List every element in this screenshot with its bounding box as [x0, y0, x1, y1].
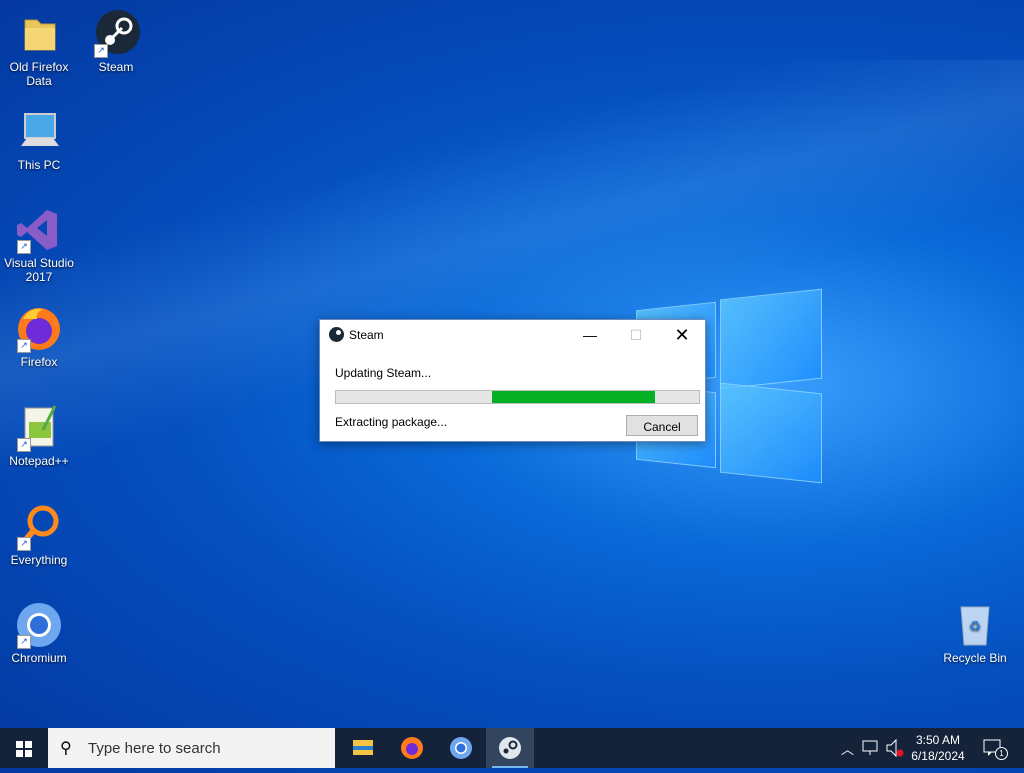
steam-icon: ↗ — [92, 10, 140, 58]
firefox-icon: ↗ — [15, 305, 63, 353]
desktop-icon-label: Firefox — [20, 355, 58, 369]
network-tray-button[interactable] — [860, 728, 882, 768]
clock-time: 3:50 AM — [915, 733, 961, 747]
computer-icon — [15, 108, 63, 156]
steam-icon — [499, 737, 521, 759]
desktop-icon-firefox[interactable]: ↗ Firefox — [1, 305, 77, 369]
desktop-icon-visual-studio[interactable]: ↗ Visual Studio 2017 — [1, 206, 77, 284]
network-icon — [862, 740, 878, 755]
search-placeholder: Type here to search — [88, 740, 221, 757]
folder-icon — [15, 10, 63, 58]
taskbar: ⚲ Type here to search ︿ 3:50 AM 6/18/202… — [0, 728, 1024, 768]
dialog-title: Steam — [349, 328, 384, 342]
steam-icon — [329, 327, 344, 342]
desktop-icon-old-firefox-data[interactable]: Old Firefox Data — [1, 10, 77, 88]
volume-muted-icon — [886, 738, 904, 758]
firefox-icon — [401, 737, 423, 759]
desktop-icon-label: Everything — [10, 553, 68, 567]
everything-icon: ↗ — [15, 503, 63, 551]
dialog-titlebar[interactable]: Steam — ☐ ✕ — [320, 320, 705, 350]
shortcut-arrow-icon: ↗ — [17, 537, 31, 551]
update-status-text: Updating Steam... — [335, 366, 432, 380]
close-button[interactable]: ✕ — [659, 320, 705, 350]
svg-text:♻: ♻ — [969, 618, 982, 634]
show-hidden-icons-button[interactable]: ︿ — [838, 728, 856, 768]
cancel-button[interactable]: Cancel — [626, 415, 698, 436]
chevron-up-icon: ︿ — [841, 742, 855, 757]
desktop-icon-this-pc[interactable]: This PC — [1, 108, 77, 172]
shortcut-arrow-icon: ↗ — [17, 240, 31, 254]
taskbar-app-file-explorer[interactable] — [339, 728, 387, 768]
progress-fill — [492, 391, 656, 403]
notification-count-badge: 1 — [995, 747, 1008, 760]
update-substatus-text: Extracting package... — [335, 415, 448, 429]
minimize-button[interactable]: — — [567, 320, 613, 350]
shortcut-arrow-icon: ↗ — [94, 44, 108, 58]
desktop-icon-label: This PC — [17, 158, 61, 172]
start-button[interactable] — [0, 728, 48, 768]
desktop-icon-label: Old Firefox Data — [9, 60, 69, 88]
recycle-bin-icon: ♻ — [951, 601, 999, 649]
desktop-icon-everything[interactable]: ↗ Everything — [1, 503, 77, 567]
desktop-icon-label: Recycle Bin — [943, 651, 1007, 665]
maximize-button: ☐ — [629, 327, 643, 343]
desktop-icon-steam[interactable]: ↗ Steam — [78, 10, 154, 74]
notepadpp-icon: ↗ — [15, 404, 63, 452]
chromium-icon — [450, 737, 472, 759]
action-center-button[interactable]: 1 — [978, 728, 1008, 768]
search-icon: ⚲ — [60, 740, 72, 757]
volume-tray-button[interactable] — [884, 728, 906, 768]
desktop-icon-label: Steam — [98, 60, 134, 74]
update-progress-bar — [335, 390, 700, 404]
desktop-icon-label: Notepad++ — [9, 454, 69, 468]
desktop-icon-chromium[interactable]: ↗ Chromium — [1, 601, 77, 665]
steam-update-dialog: Steam — ☐ ✕ Updating Steam... Extracting… — [319, 319, 706, 442]
visual-studio-icon: ↗ — [15, 206, 63, 254]
desktop-icon-recycle-bin[interactable]: ♻ Recycle Bin — [937, 601, 1013, 665]
desktop-icon-label: Visual Studio 2017 — [4, 256, 74, 284]
shortcut-arrow-icon: ↗ — [17, 339, 31, 353]
taskbar-app-firefox[interactable] — [388, 728, 436, 768]
taskbar-search-box[interactable]: ⚲ Type here to search — [48, 728, 335, 768]
desktop-icon-notepadpp[interactable]: ↗ Notepad++ — [1, 404, 77, 468]
shortcut-arrow-icon: ↗ — [17, 438, 31, 452]
file-explorer-icon — [353, 740, 373, 755]
taskbar-app-chromium[interactable] — [437, 728, 485, 768]
taskbar-clock[interactable]: 3:50 AM 6/18/2024 — [906, 732, 970, 764]
clock-date: 6/18/2024 — [911, 749, 965, 763]
taskbar-app-steam[interactable] — [486, 728, 534, 768]
shortcut-arrow-icon: ↗ — [17, 635, 31, 649]
desktop-icon-label: Chromium — [11, 651, 67, 665]
chromium-icon: ↗ — [15, 601, 63, 649]
